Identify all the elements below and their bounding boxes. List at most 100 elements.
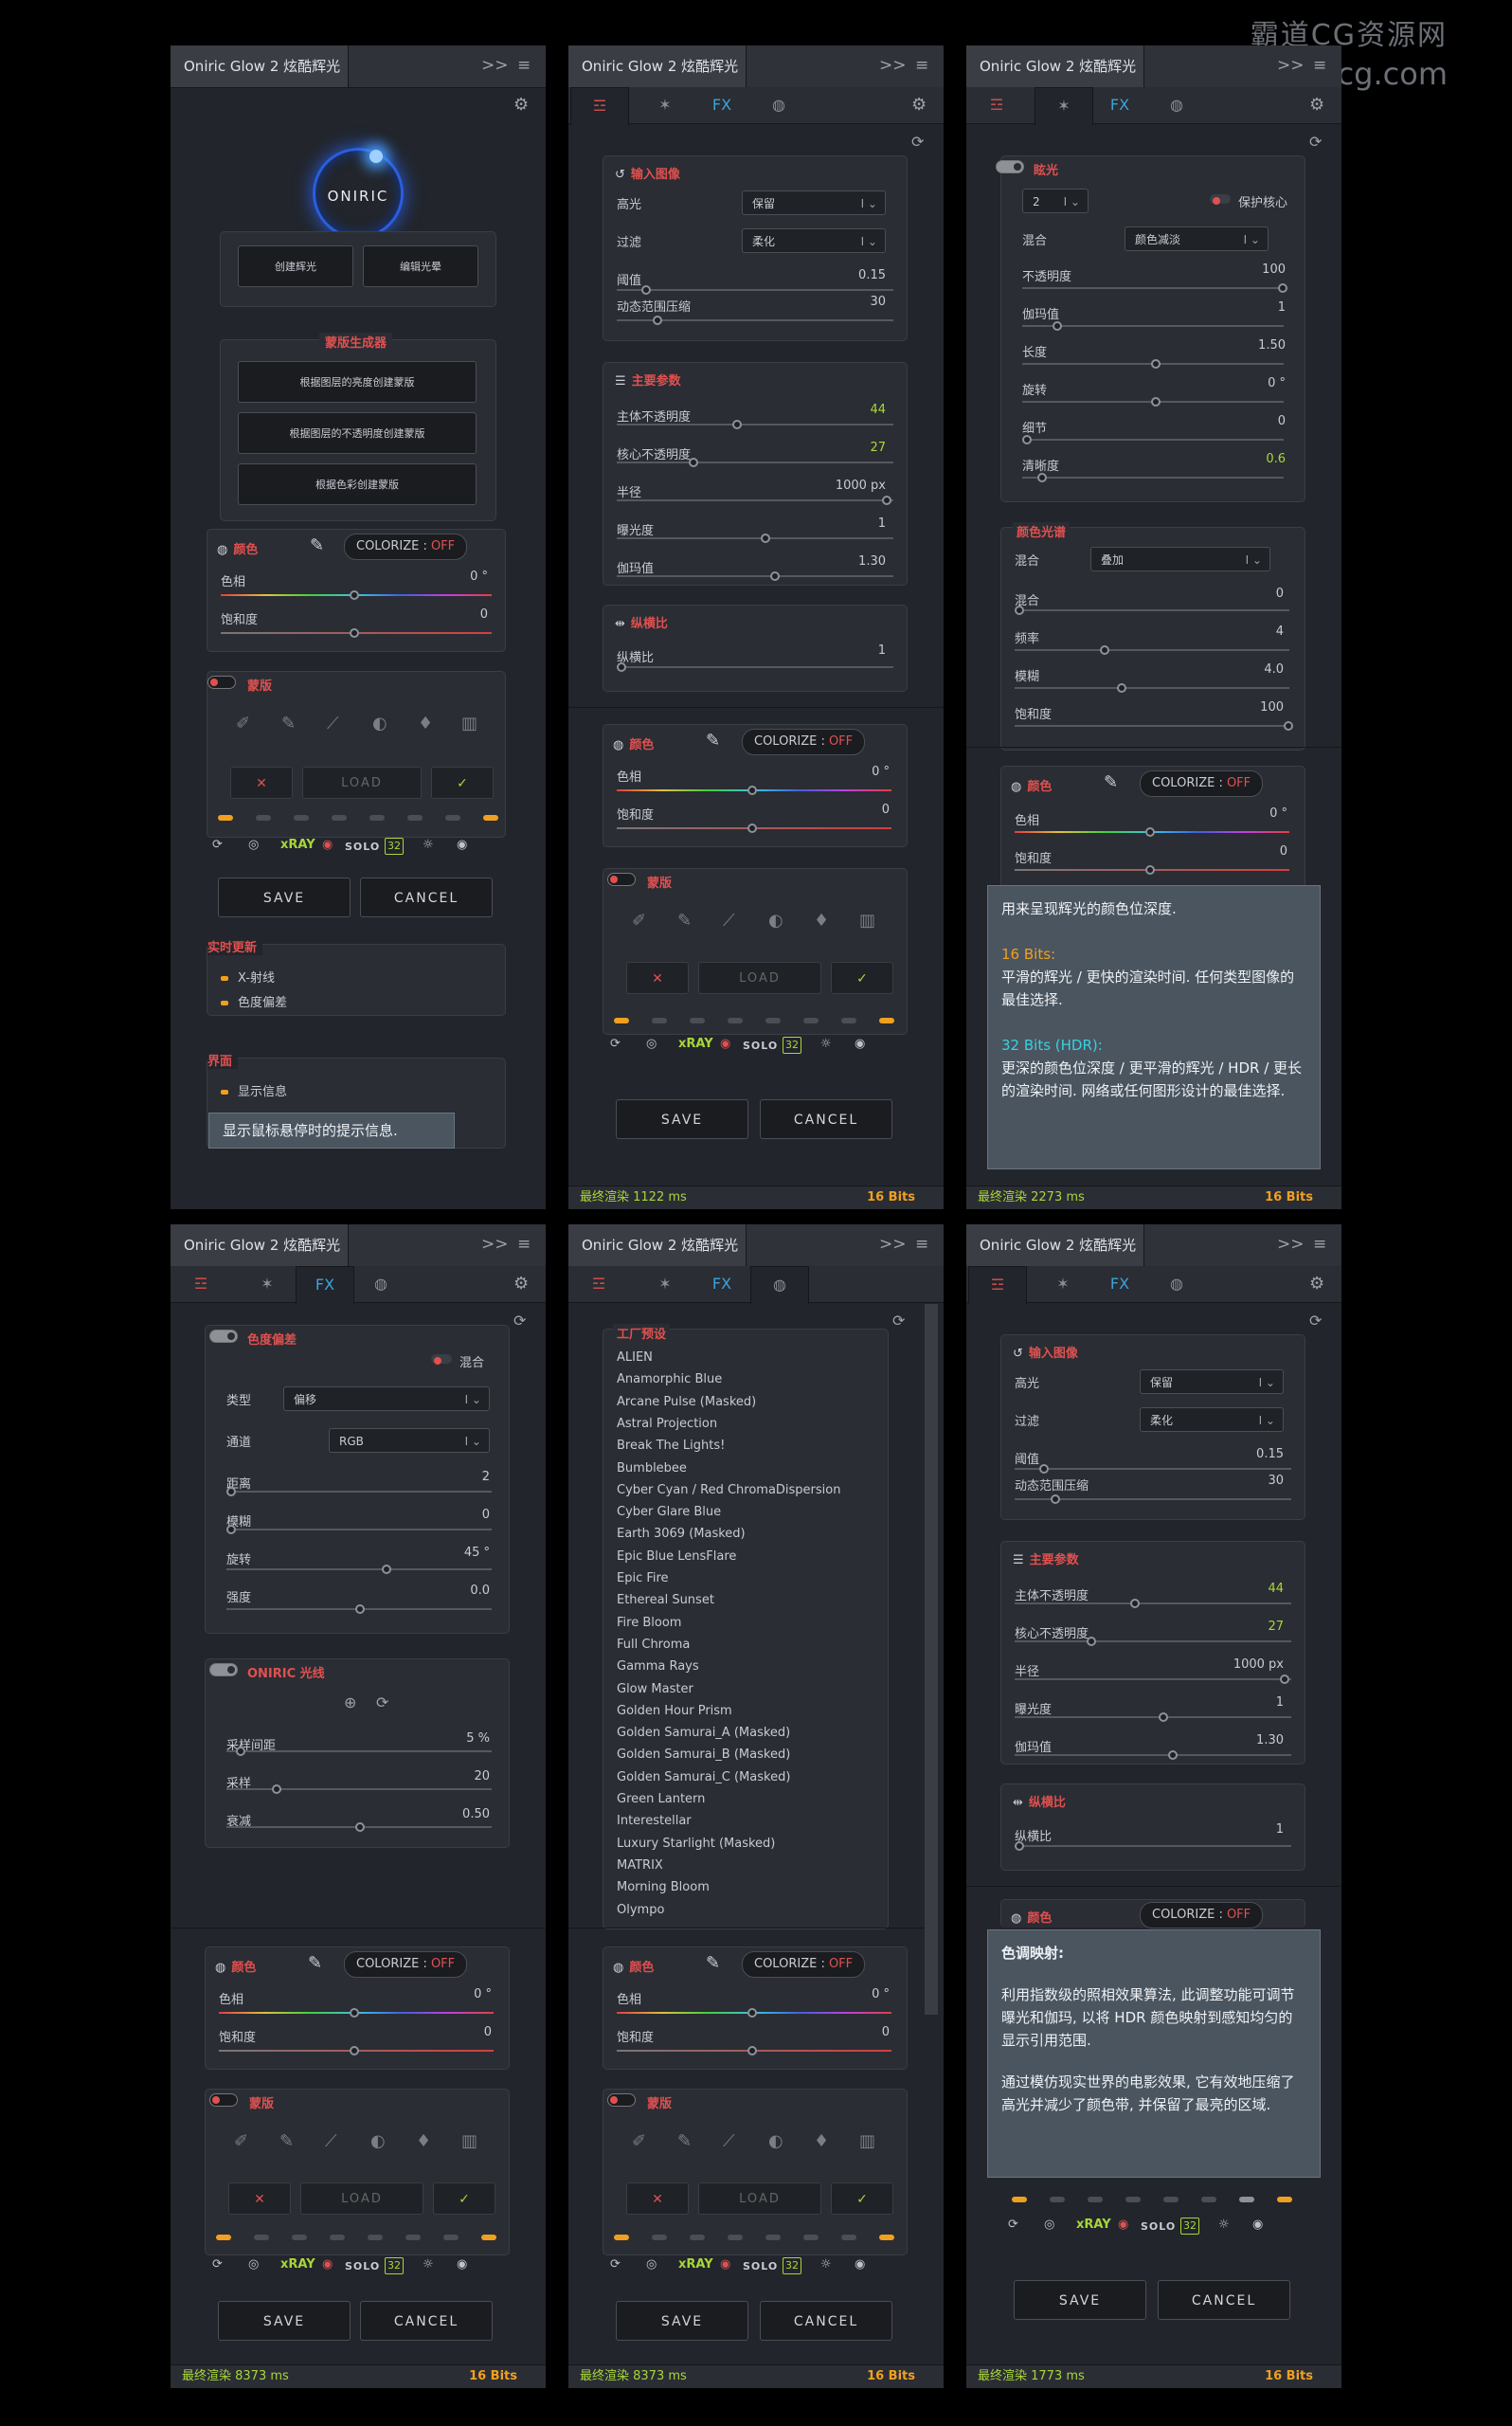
eye-icon[interactable]: ◉	[855, 1037, 865, 1051]
scrollbar[interactable]	[925, 1304, 938, 2015]
gamma-knob[interactable]	[1053, 321, 1062, 331]
radius-slider[interactable]	[1015, 1678, 1291, 1680]
mask-toggle[interactable]	[207, 676, 236, 689]
gear-icon[interactable]: ⚙	[513, 95, 529, 115]
gamma-knob[interactable]	[1168, 1750, 1178, 1760]
tab-glow[interactable]: ☲	[172, 1266, 229, 1302]
gamma-slider[interactable]	[617, 575, 893, 577]
exposure-knob[interactable]	[761, 534, 770, 543]
refresh-icon[interactable]: ⟳	[610, 1037, 621, 1051]
preset-item[interactable]: Break The Lights!	[617, 1439, 725, 1453]
reset-icon[interactable]: ⟳	[1309, 133, 1322, 151]
feather-icon[interactable]: ♦	[416, 2131, 431, 2151]
preset-item[interactable]: Cyber Cyan / Red ChromaDispersion	[617, 1483, 840, 1497]
saturation-knob[interactable]	[747, 2046, 757, 2055]
reset-icon[interactable]: ⟳	[892, 1312, 905, 1330]
hue-knob[interactable]	[350, 2008, 359, 2018]
load-button[interactable]: LOAD	[302, 767, 422, 799]
hue-knob[interactable]	[1145, 827, 1155, 837]
eye-icon[interactable]: ◉	[457, 2257, 467, 2272]
mask-color-button[interactable]: 根据色彩创建蒙版	[238, 463, 477, 505]
exposure-slider[interactable]	[1015, 1716, 1291, 1718]
feather-icon[interactable]: ♦	[418, 714, 433, 733]
preset-item[interactable]: Golden Samurai_A (Masked)	[617, 1726, 790, 1740]
colorize-toggle[interactable]: COLORIZE : OFF	[1140, 1902, 1264, 1928]
hue-knob[interactable]	[747, 786, 757, 795]
main-opacity-slider[interactable]	[1015, 1602, 1291, 1604]
xray-toggle[interactable]: xRAY	[678, 1037, 713, 1051]
preset-item[interactable]: Luxury Starlight (Masked)	[617, 1837, 775, 1851]
distance-slider[interactable]	[226, 1491, 492, 1493]
panel-title[interactable]: Oniric Glow 2 炫酷辉光	[966, 45, 1144, 87]
reset-icon[interactable]: ⟳	[513, 1312, 526, 1330]
brush-icon[interactable]: ✐	[632, 911, 646, 931]
colorize-toggle[interactable]: COLORIZE : OFF	[742, 729, 866, 755]
ca-blur-slider[interactable]	[226, 1529, 492, 1530]
menu-icon[interactable]: ≡	[517, 1235, 531, 1254]
preset-item[interactable]: Golden Samurai_B (Masked)	[617, 1747, 790, 1762]
eyedropper-icon[interactable]: ✎	[310, 535, 324, 555]
bits-32-toggle[interactable]: 32	[385, 838, 404, 855]
mask-toggle[interactable]	[607, 2093, 636, 2107]
invert-icon[interactable]: ◐	[768, 2131, 783, 2151]
protect-core-toggle[interactable]	[1210, 194, 1231, 205]
preset-item[interactable]: Interestellar	[617, 1814, 692, 1828]
sun-icon[interactable]: ☼	[423, 838, 434, 852]
radius-knob[interactable]	[1280, 1675, 1289, 1684]
load-button[interactable]: LOAD	[300, 2182, 423, 2215]
blur-knob[interactable]	[1117, 683, 1126, 693]
reset-icon[interactable]: ⟳	[911, 133, 924, 151]
colorize-toggle[interactable]: COLORIZE : OFF	[1140, 770, 1264, 797]
core-opacity-knob[interactable]	[689, 458, 698, 467]
eyedropper-icon[interactable]: ✎	[308, 1953, 322, 1973]
drc-knob[interactable]	[1051, 1494, 1060, 1504]
core-opacity-slider[interactable]	[617, 462, 893, 463]
spacing-knob[interactable]	[236, 1747, 245, 1756]
target-icon[interactable]: ⊕	[344, 1693, 356, 1711]
collapse-icon[interactable]: >>	[879, 56, 907, 75]
color-wheel-icon[interactable]: ◉	[322, 2257, 333, 2272]
reset-icon[interactable]: ⟳	[1309, 1312, 1322, 1330]
refresh-icon[interactable]: ⟳	[212, 838, 223, 852]
preset-item[interactable]: Bumblebee	[617, 1461, 687, 1476]
eyedropper-icon[interactable]: ✎	[1104, 772, 1118, 792]
color-blend-select[interactable]: 叠加 I ⌄	[1090, 547, 1270, 571]
hue-knob[interactable]	[747, 2008, 757, 2018]
core-opacity-slider[interactable]	[1015, 1640, 1291, 1642]
ca-mix-toggle[interactable]	[431, 1354, 452, 1365]
color-wheel-icon[interactable]: ◉	[720, 1037, 730, 1051]
saturation-knob[interactable]	[1145, 865, 1155, 875]
preset-item[interactable]: Anamorphic Blue	[617, 1372, 722, 1386]
strength-knob[interactable]	[355, 1604, 365, 1614]
preset-item[interactable]: Arcane Pulse (Masked)	[617, 1395, 756, 1409]
threshold-slider[interactable]	[1015, 1468, 1291, 1470]
collapse-icon[interactable]: >>	[481, 56, 509, 75]
bits-32-toggle[interactable]: 32	[1180, 2218, 1199, 2235]
load-button[interactable]: LOAD	[698, 962, 821, 994]
color-saturation-knob[interactable]	[1284, 721, 1293, 731]
sun-icon[interactable]: ☼	[1218, 2218, 1230, 2232]
main-opacity-knob[interactable]	[1130, 1599, 1140, 1608]
saturation-knob[interactable]	[350, 2046, 359, 2055]
panel-title[interactable]: Oniric Glow 2 炫酷辉光	[171, 45, 349, 87]
saturation-knob[interactable]	[350, 628, 359, 638]
save-button[interactable]: SAVE	[616, 1099, 748, 1139]
flare-count-select[interactable]: 2I ⌄	[1022, 189, 1089, 213]
invert-icon[interactable]: ◐	[768, 911, 783, 931]
sun-icon[interactable]: ☼	[423, 2257, 434, 2272]
save-button[interactable]: SAVE	[1014, 2280, 1146, 2320]
channel-dots[interactable]	[1012, 2197, 1296, 2202]
main-opacity-slider[interactable]	[617, 424, 893, 425]
aspect-slider[interactable]	[1015, 1845, 1291, 1847]
mask-apply-button[interactable]: ✓	[831, 962, 893, 994]
layers-icon[interactable]: ◎	[248, 2257, 259, 2272]
tab-flare[interactable]: ✶	[1035, 87, 1093, 125]
ca-rotate-slider[interactable]	[226, 1568, 492, 1570]
layers-icon[interactable]: ◎	[646, 2257, 657, 2272]
panel-title[interactable]: Oniric Glow 2 炫酷辉光	[568, 45, 747, 87]
picker-icon[interactable]: ⟋	[325, 2131, 337, 2151]
channel-dots[interactable]	[216, 2235, 500, 2240]
preset-item[interactable]: Gamma Rays	[617, 1659, 699, 1674]
clarity-knob[interactable]	[1037, 473, 1047, 482]
exposure-knob[interactable]	[1159, 1712, 1168, 1722]
